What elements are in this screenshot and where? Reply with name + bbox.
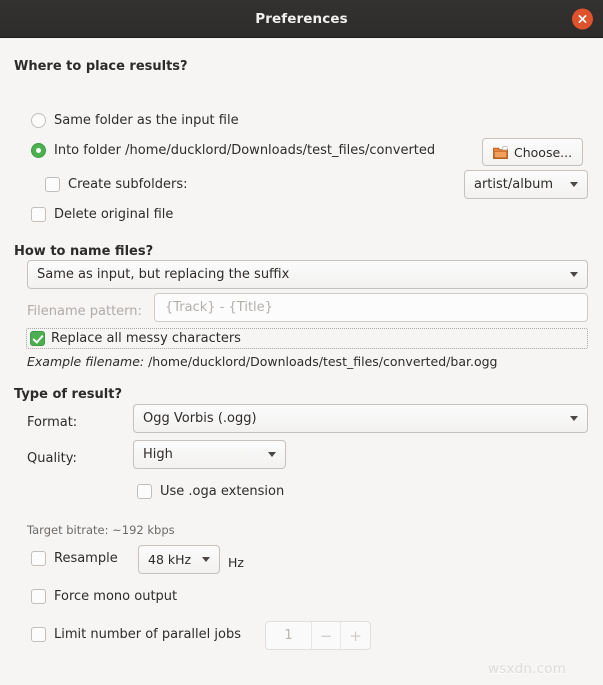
quality-select[interactable]: High (133, 440, 286, 469)
bitrate-note: Target bitrate: ~192 kbps (27, 523, 175, 537)
chevron-down-icon (268, 452, 276, 457)
parallel-jobs-increment-button[interactable]: + (341, 622, 370, 649)
checkbox-oga-extension-label: Use .oga extension (160, 484, 285, 499)
radio-into-folder[interactable]: Into folder /home/ducklord/Downloads/tes… (31, 143, 435, 158)
chevron-down-icon (570, 416, 578, 421)
watermark: wsxdn.com (488, 661, 567, 677)
checkbox-delete-original[interactable]: Delete original file (31, 207, 173, 222)
folder-icon (493, 145, 508, 159)
checkbox-parallel-jobs[interactable]: Limit number of parallel jobs (31, 627, 241, 642)
checkbox-create-subfolders-indicator[interactable] (45, 177, 60, 192)
example-filename: Example filename: /home/ducklord/Downloa… (27, 354, 497, 369)
checkbox-parallel-jobs-indicator[interactable] (31, 627, 46, 642)
placement-heading: Where to place results? (14, 59, 188, 74)
chevron-down-icon (570, 272, 578, 277)
example-filename-value: /home/ducklord/Downloads/test_files/conv… (148, 354, 498, 369)
checkbox-oga-extension[interactable]: Use .oga extension (137, 484, 284, 499)
format-label: Format: (27, 415, 78, 430)
window-title: Preferences (255, 10, 348, 27)
checkbox-replace-messy-label: Replace all messy characters (51, 331, 241, 346)
checkbox-create-subfolders[interactable]: Create subfolders: (45, 177, 187, 192)
naming-scheme-value: Same as input, but replacing the suffix (37, 267, 290, 282)
resample-rate-select[interactable]: 48 kHz (138, 545, 220, 574)
radio-same-folder-label: Same folder as the input file (54, 113, 239, 128)
format-value: Ogg Vorbis (.ogg) (143, 411, 257, 426)
checkbox-force-mono-indicator[interactable] (31, 589, 46, 604)
checkbox-replace-messy[interactable]: Replace all messy characters (26, 328, 588, 349)
titlebar: Preferences (0, 0, 603, 38)
radio-into-folder-label: Into folder /home/ducklord/Downloads/tes… (54, 143, 436, 158)
checkbox-force-mono[interactable]: Force mono output (31, 589, 177, 604)
checkbox-replace-messy-indicator[interactable] (30, 331, 45, 346)
subfolder-pattern-value: artist/album (474, 177, 554, 192)
naming-scheme-select[interactable]: Same as input, but replacing the suffix (27, 260, 588, 289)
parallel-jobs-decrement-button[interactable]: − (312, 622, 341, 649)
checkbox-force-mono-label: Force mono output (54, 589, 178, 604)
subfolder-pattern-select[interactable]: artist/album (464, 170, 588, 199)
parallel-jobs-stepper[interactable]: 1 − + (265, 621, 371, 650)
resample-unit: Hz (228, 555, 244, 570)
filename-pattern-label: Filename pattern: (27, 304, 142, 319)
filename-pattern-input[interactable]: {Track} - {Title} (154, 293, 588, 322)
preferences-window: Preferences Where to place results? Same… (0, 0, 603, 685)
checkbox-delete-original-indicator[interactable] (31, 207, 46, 222)
checkbox-delete-original-label: Delete original file (54, 207, 174, 222)
checkbox-resample[interactable]: Resample (31, 551, 118, 566)
checkbox-oga-extension-indicator[interactable] (137, 484, 152, 499)
checkbox-resample-label: Resample (54, 551, 118, 566)
chevron-down-icon (570, 182, 578, 187)
chevron-down-icon (202, 557, 210, 562)
choose-folder-label: Choose... (514, 144, 573, 160)
format-select[interactable]: Ogg Vorbis (.ogg) (133, 404, 588, 433)
quality-value: High (143, 447, 173, 462)
checkbox-create-subfolders-label: Create subfolders: (68, 177, 188, 192)
radio-same-folder[interactable]: Same folder as the input file (31, 113, 239, 128)
quality-label: Quality: (27, 451, 77, 466)
close-icon[interactable] (572, 8, 593, 29)
filename-pattern-placeholder: {Track} - {Title} (165, 300, 273, 315)
radio-into-folder-indicator[interactable] (31, 143, 46, 158)
resample-rate-value: 48 kHz (148, 552, 192, 567)
naming-heading: How to name files? (14, 244, 154, 259)
checkbox-parallel-jobs-label: Limit number of parallel jobs (54, 627, 241, 642)
example-filename-label: Example filename: (27, 354, 145, 369)
choose-folder-button[interactable]: Choose... (482, 138, 584, 166)
result-heading: Type of result? (14, 387, 122, 402)
radio-same-folder-indicator[interactable] (31, 113, 46, 128)
checkbox-resample-indicator[interactable] (31, 551, 46, 566)
parallel-jobs-value[interactable]: 1 (266, 622, 312, 649)
